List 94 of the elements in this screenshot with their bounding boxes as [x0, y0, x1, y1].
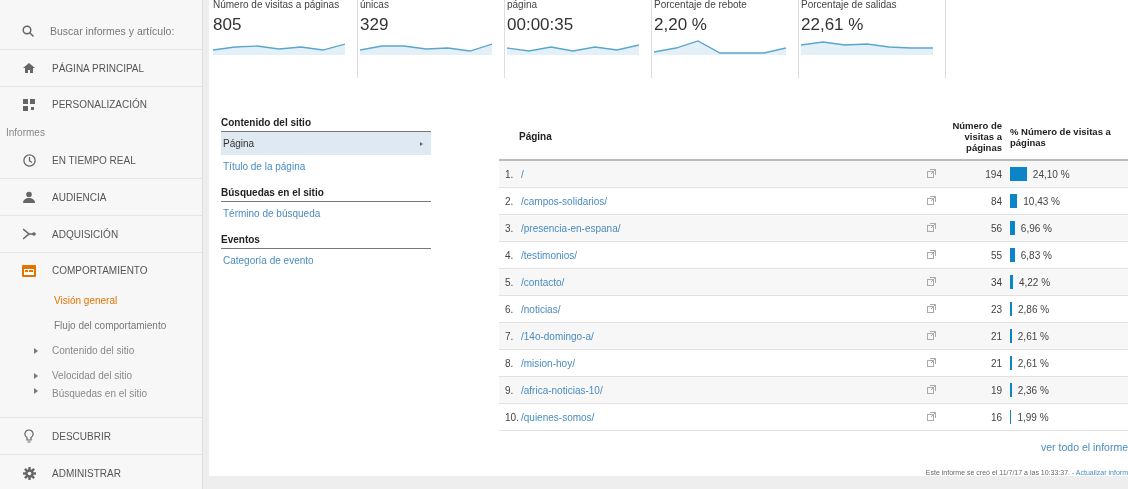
percent-bar [1010, 167, 1027, 181]
page-link[interactable]: /africa-noticias-10/ [521, 384, 603, 396]
table-cell: 4,22 % [1018, 276, 1051, 288]
nav-item[interactable]: ADQUISICIÓN [52, 228, 119, 240]
page-link[interactable]: /testimonios/ [521, 249, 578, 261]
table-cell: 2,61 % [1017, 357, 1049, 369]
row-number: 10. [504, 411, 520, 423]
table-cell-text: 16 [989, 411, 1002, 423]
row-number: 4. [504, 249, 515, 261]
column-header[interactable]: Número de visitas a páginas [932, 120, 1002, 153]
table-cell-text: 21 [989, 330, 1002, 342]
page-link[interactable]: /mision-hoy/ [521, 357, 575, 369]
page-link[interactable]: /noticias/ [521, 303, 561, 315]
percent-bar [1010, 275, 1013, 289]
metric-label: Porcentaje de rebote [654, 0, 748, 12]
metric-value: 805 [213, 15, 243, 35]
table-cell: 2,36 % [1017, 384, 1049, 396]
nav-item[interactable]: ADMINISTRAR [52, 467, 121, 479]
nav-subitem[interactable]: Flujo del comportamiento [54, 320, 167, 331]
external-link-icon[interactable] [927, 411, 936, 421]
metric-value: 2,20 % [654, 15, 708, 35]
search-field[interactable]: Buscar informes y artículo: [50, 22, 200, 39]
metric-label: página [507, 0, 539, 12]
external-link-icon[interactable] [927, 276, 936, 286]
external-link-icon[interactable] [927, 303, 936, 313]
external-link-icon[interactable] [927, 384, 936, 394]
table-cell: 6,96 % [1020, 222, 1052, 234]
row-number: 7. [504, 330, 515, 342]
caret-icon [34, 347, 38, 354]
page-link[interactable]: /contacto/ [521, 276, 565, 288]
dimension-link[interactable]: Título de la página [221, 155, 431, 178]
table-cell-text: 84 [989, 195, 1002, 207]
metric-label: Porcentaje de salidas [801, 0, 898, 12]
table-cell-text: 56 [989, 222, 1002, 234]
table-cell: 24,10 % [1032, 168, 1070, 180]
page-link[interactable]: /campos-solidarios/ [521, 195, 608, 207]
page-link[interactable]: /quienes-somos/ [521, 411, 595, 423]
external-link-icon[interactable] [927, 330, 936, 340]
table-cell-text: 34 [989, 276, 1002, 288]
external-link-icon[interactable] [927, 168, 936, 178]
row-number: 5. [504, 276, 515, 288]
dimension-link[interactable]: Término de búsqueda [221, 202, 431, 225]
caret-icon [34, 388, 38, 394]
row-number: 1. [504, 168, 515, 180]
search-icon [22, 24, 34, 37]
percent-bar [1010, 248, 1015, 262]
dimension-heading: Búsquedas en el sitio [221, 184, 431, 202]
external-link-icon[interactable] [927, 222, 936, 232]
nav-item[interactable]: COMPORTAMIENTO [52, 265, 148, 276]
row-number: 2. [504, 195, 515, 207]
nav-subitem[interactable]: Visión general [54, 295, 118, 306]
dimension-link[interactable]: Página [221, 132, 431, 155]
caret-icon [34, 372, 38, 379]
metric-label: Número de visitas a páginas [213, 0, 341, 12]
table-cell: 10,43 % [1023, 195, 1060, 207]
nav-item[interactable]: PERSONALIZACIÓN [52, 99, 148, 110]
external-link-icon[interactable] [927, 249, 936, 259]
section-label: Informes [6, 126, 45, 138]
page-link[interactable]: /14o-domingo-a/ [521, 330, 594, 342]
nav-item[interactable]: AUDIENCIA [52, 191, 107, 203]
metric-value: 00:00:35 [507, 15, 575, 35]
dimension-heading: Eventos [221, 231, 431, 249]
external-link-icon[interactable] [927, 357, 936, 367]
row-number: 6. [504, 303, 515, 315]
full-report-link[interactable]: ver todo el informe [1041, 441, 1128, 453]
metric-label: únicas [360, 0, 390, 12]
nav-item[interactable]: PÁGINA PRINCIPAL [52, 62, 145, 74]
column-header[interactable]: % Número de visitas a páginas [1002, 125, 1128, 148]
row-number: 3. [504, 222, 515, 234]
nav-item[interactable]: EN TIEMPO REAL [52, 154, 136, 166]
table-cell-text: 19 [989, 384, 1002, 396]
percent-bar [1010, 221, 1015, 235]
table-cell: 1,99 % [1017, 411, 1049, 423]
column-header[interactable]: Página [499, 131, 932, 142]
metric-value: 329 [360, 15, 390, 35]
table-cell: 6,83 % [1020, 249, 1052, 261]
table-cell: 2,61 % [1017, 330, 1049, 342]
table-cell: 2,86 % [1018, 303, 1050, 315]
nav-subitem[interactable]: Búsquedas en el sitio [52, 388, 148, 399]
page-link[interactable]: / [521, 168, 524, 180]
dimension-link[interactable]: Categoría de evento [221, 249, 431, 272]
table-cell-text: 194 [984, 168, 1002, 180]
nav-subitem[interactable]: Contenido del sitio [52, 345, 135, 356]
percent-bar [1010, 194, 1018, 208]
page-link[interactable]: /presencia-en-espana/ [521, 222, 621, 234]
row-number: 9. [504, 384, 515, 396]
nav-subitem[interactable]: Velocidad del sitio [52, 370, 133, 381]
table-cell-text: 23 [989, 303, 1002, 315]
external-link-icon[interactable] [927, 195, 936, 205]
nav-item[interactable]: DESCUBRIR [52, 430, 111, 442]
table-cell-text: 55 [989, 249, 1002, 261]
row-number: 8. [504, 357, 515, 369]
metric-value: 22,61 % [801, 15, 865, 35]
table-cell-text: 21 [989, 357, 1002, 369]
